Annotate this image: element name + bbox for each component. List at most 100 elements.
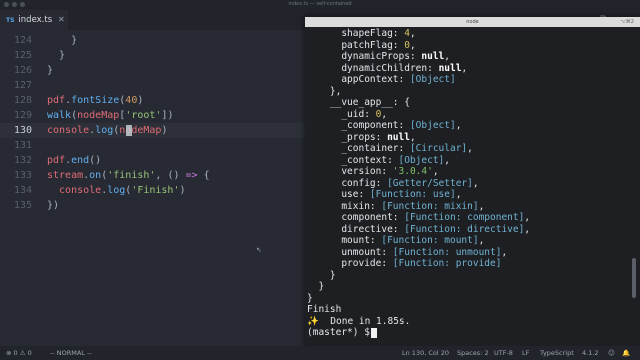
language-mode[interactable]: TypeScript: [540, 346, 574, 360]
line-number: 132: [13, 155, 32, 166]
terminal-token: ,: [444, 51, 451, 62]
terminal-token: [Function: component]: [404, 212, 525, 223]
terminal-token: },: [307, 85, 342, 97]
indentation[interactable]: Spaces: 2: [457, 346, 489, 360]
sparkles-icon: ✨: [307, 315, 319, 327]
feedback-icon[interactable]: ☺: [608, 346, 615, 360]
terminal-token: unmount:: [307, 246, 393, 258]
terminal-token: null: [387, 131, 410, 143]
line-number: 128: [13, 95, 32, 106]
terminal-line: __vue_app__: {: [307, 97, 410, 109]
typescript-file-icon: TS: [6, 16, 15, 24]
terminal-title: node: [466, 19, 479, 25]
line-ending[interactable]: LF: [522, 346, 529, 360]
terminal-token: ,: [461, 62, 468, 74]
terminal-token: directive:: [307, 223, 405, 235]
tab-label: index.ts: [18, 15, 53, 25]
window-title-bar: index.ts — self-contained: [0, 0, 640, 10]
text-cursor: [126, 125, 132, 136]
terminal-token: }: [307, 269, 336, 281]
code-text: console.log('Finish'): [47, 183, 186, 198]
code-token: =>: [185, 170, 198, 181]
code-token: {: [197, 170, 210, 181]
terminal-token: ,: [467, 143, 473, 154]
code-token: ): [179, 185, 186, 196]
mouse-cursor-icon: ↖: [256, 246, 262, 254]
vim-mode: -- NORMAL --: [50, 349, 92, 357]
terminal-token: mount:: [307, 235, 382, 246]
terminal-token: [Function: use]: [369, 189, 456, 200]
terminal-token: [Getter/Setter]: [387, 177, 473, 189]
code-token: console: [47, 125, 90, 136]
line-number: 127: [13, 80, 32, 91]
terminal-line: use: [Function: use],: [307, 189, 461, 201]
terminal-token: [Object]: [398, 154, 445, 166]
code-token: pdf: [47, 155, 66, 166]
terminal-token: mixin:: [307, 200, 382, 212]
terminal-line: Finish: [307, 304, 341, 316]
terminal-token: [Circular]: [409, 143, 468, 154]
terminal-token: patchFlag:: [307, 39, 405, 51]
notifications-icon[interactable]: 🔔: [622, 346, 630, 360]
terminal-token: null: [438, 62, 462, 74]
line-number: 131: [13, 140, 32, 151]
terminal-token: component:: [307, 212, 405, 223]
terminal-line: }: [307, 270, 336, 282]
code-token: 'finish': [107, 170, 156, 181]
terminal-scrollbar[interactable]: [632, 258, 636, 298]
code-text: stream.on('finish', () => {: [47, 168, 210, 183]
terminal-token: [Function: mixin]: [381, 200, 479, 212]
code-token: pdf: [47, 95, 66, 106]
terminal-token: dynamicChildren:: [307, 62, 439, 74]
line-number: 133: [13, 170, 32, 181]
terminal-line: }: [307, 293, 313, 305]
code-token: stream: [47, 170, 84, 181]
encoding[interactable]: UTF-8: [494, 346, 513, 360]
terminal-token: }: [307, 292, 313, 304]
terminal-line: _component: [Object],: [307, 120, 461, 132]
cursor-position[interactable]: Ln 130, Col 20: [402, 346, 449, 360]
code-text: }: [47, 48, 65, 63]
terminal-token: version:: [307, 166, 393, 177]
terminal-token: ,: [455, 120, 462, 131]
terminal-window[interactable]: node ⌥⌘2 shapeFlag: 4, patchFlag: 0, dyn…: [305, 17, 640, 347]
terminal-token: __vue_app__: {: [307, 97, 410, 108]
code-token: walk: [47, 110, 72, 121]
terminal-token: Finish: [307, 304, 342, 315]
terminal-line: },: [307, 86, 341, 98]
terminal-token: ,: [524, 223, 531, 235]
terminal-line: version: '3.0.4',: [307, 166, 438, 178]
line-number: 124: [13, 35, 32, 46]
line-number: 125: [13, 50, 32, 61]
terminal-line: ✨ Done in 1.85s.: [307, 316, 410, 328]
terminal-token: appContext:: [307, 74, 410, 85]
code-token: ]): [161, 110, 174, 121]
line-number: 130: [13, 125, 32, 136]
close-tab-icon[interactable]: ✕: [58, 15, 65, 24]
terminal-token: ,: [381, 108, 388, 120]
terminal-token: [Function: provide]: [392, 258, 502, 269]
terminal-line: _context: [Object],: [307, 155, 450, 167]
terminal-token: ,: [478, 200, 485, 212]
terminal-line: }: [307, 281, 324, 293]
tab-index-ts[interactable]: TS index.ts ✕: [0, 10, 68, 30]
typescript-version[interactable]: 4.1.2: [582, 346, 599, 360]
status-bar: ⊗ 0 ⚠ 0 -- NORMAL -- Ln 130, Col 20 Spac…: [0, 346, 640, 360]
terminal-token: ,: [409, 39, 416, 51]
terminal-line: shapeFlag: 4,: [307, 28, 415, 40]
code-token: end: [71, 155, 90, 166]
code-token: , (): [155, 170, 186, 181]
terminal-token: _component:: [307, 120, 410, 131]
code-token: (): [89, 155, 102, 166]
terminal-line: _container: [Circular],: [307, 143, 473, 155]
code-token: log: [107, 185, 126, 196]
terminal-prompt[interactable]: (master*) $: [307, 327, 377, 339]
code-token: }: [47, 65, 54, 76]
code-token: ): [137, 95, 144, 106]
code-token: log: [95, 125, 114, 136]
terminal-token: ,: [501, 246, 508, 258]
code-token: 'Finish': [131, 185, 180, 196]
problems-indicator[interactable]: ⊗ 0 ⚠ 0: [6, 346, 32, 360]
terminal-output[interactable]: shapeFlag: 4, patchFlag: 0, dynamicProps…: [305, 27, 640, 347]
line-number: 129: [13, 110, 32, 121]
